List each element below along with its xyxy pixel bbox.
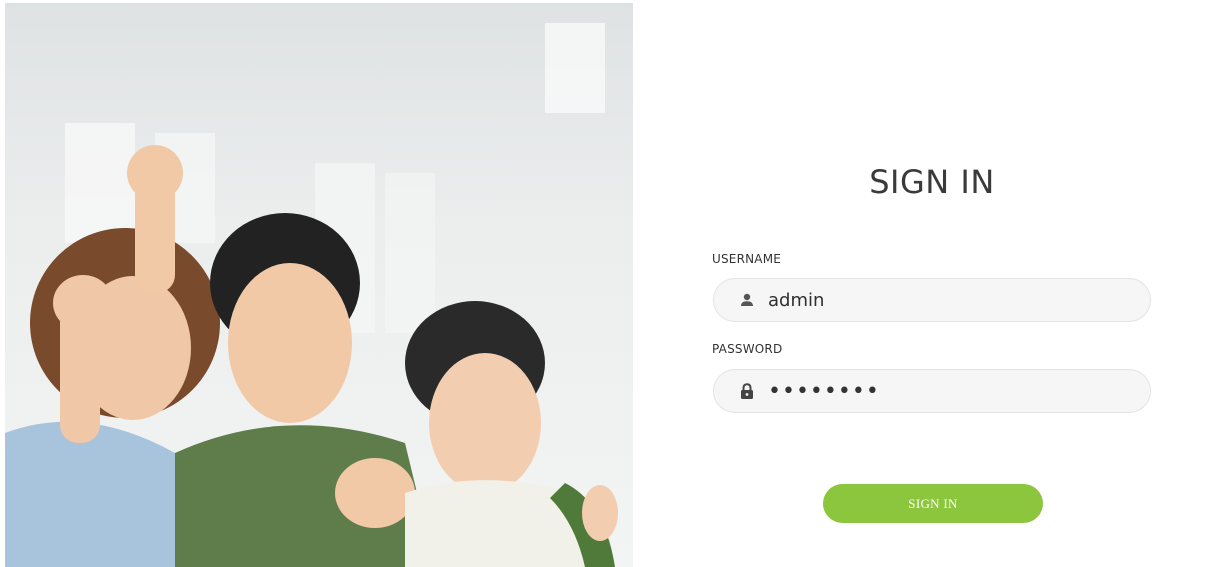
username-field[interactable] (713, 278, 1151, 322)
signin-panel: SIGN IN USERNAME PASSWORD SIGN I (633, 0, 1231, 567)
family-photo-illustration (5, 23, 618, 567)
lock-icon (738, 382, 756, 400)
username-label: USERNAME (712, 252, 782, 266)
user-icon (738, 291, 756, 309)
username-input[interactable] (768, 289, 1128, 311)
hero-photo (5, 3, 633, 567)
page-title: SIGN IN (869, 163, 995, 201)
password-label: PASSWORD (712, 342, 783, 356)
password-input[interactable] (768, 378, 1128, 404)
password-field[interactable] (713, 369, 1151, 413)
signin-button[interactable]: SIGN IN (823, 484, 1043, 523)
login-page: SIGN IN USERNAME PASSWORD SIGN I (0, 0, 1231, 567)
